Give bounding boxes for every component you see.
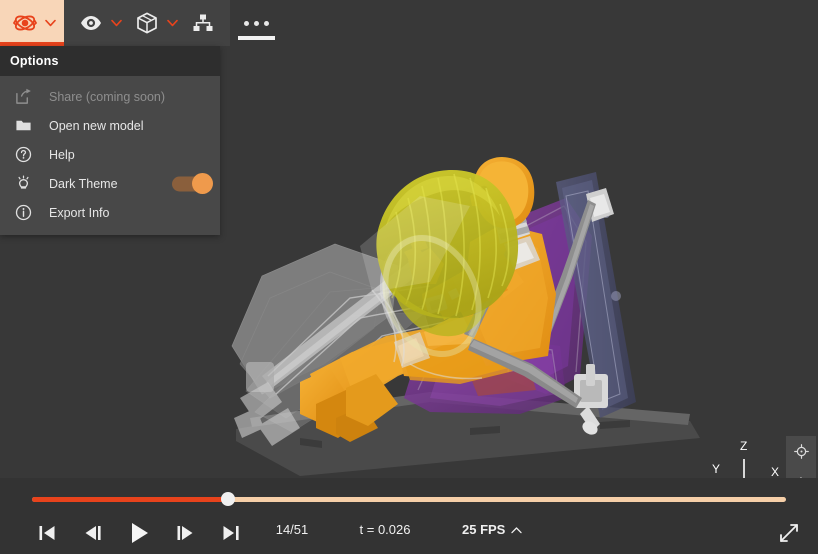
folder-icon — [8, 117, 38, 134]
expand-diagonal-icon[interactable] — [774, 518, 804, 548]
toolbar-group-orbit — [0, 0, 64, 46]
zoom-controls: + − — [786, 436, 816, 478]
step-backward-button[interactable] — [70, 516, 116, 550]
seek-handle[interactable] — [221, 492, 236, 506]
skip-to-start-button[interactable] — [24, 516, 70, 550]
axis-label-y: Y — [712, 462, 721, 476]
fps-selector[interactable]: 25 FPS — [462, 522, 523, 537]
axis-label-x: X — [771, 465, 780, 478]
lightbulb-icon — [8, 175, 38, 192]
menu-item-share[interactable]: Share (coming soon) — [0, 82, 220, 111]
fps-label: 25 FPS — [462, 522, 506, 537]
play-button[interactable] — [116, 516, 162, 550]
seek-fill — [32, 497, 229, 502]
menu-item-dark-theme[interactable]: Dark Theme — [0, 169, 220, 198]
menu-item-help[interactable]: Help — [0, 140, 220, 169]
playback-readouts: 14/51 t = 0.026 25 FPS — [262, 522, 523, 537]
timeline-seek-slider[interactable] — [32, 492, 786, 506]
playback-bar: 14/51 t = 0.026 25 FPS — [0, 478, 818, 554]
time-readout: t = 0.026 — [359, 522, 411, 537]
menu-item-help-label: Help — [49, 147, 75, 162]
menu-item-dark-theme-label: Dark Theme — [49, 176, 118, 191]
axis-label-z: Z — [740, 439, 748, 453]
visibility-chevron-down-icon[interactable] — [108, 6, 124, 40]
skip-to-end-button[interactable] — [208, 516, 254, 550]
orbit-chevron-down-icon[interactable] — [42, 6, 58, 40]
menu-item-share-label: Share (coming soon) — [49, 89, 166, 104]
zoom-in-button[interactable]: + — [788, 469, 814, 478]
frame-counter: 14/51 — [275, 522, 309, 537]
options-menu-list: Share (coming soon) Open new model Help … — [0, 76, 220, 235]
menu-item-open-new-model-label: Open new model — [49, 118, 144, 133]
transport-controls — [24, 516, 254, 550]
more-active-underline — [238, 36, 275, 40]
options-menu: Options Share (coming soon) Open new mod… — [0, 46, 220, 235]
orbit-rotate-icon[interactable] — [8, 6, 42, 40]
ellipsis-icon[interactable] — [244, 20, 269, 26]
menu-item-open-new-model[interactable]: Open new model — [0, 111, 220, 140]
dark-theme-toggle[interactable] — [172, 173, 213, 194]
parts-chevron-down-icon[interactable] — [164, 6, 180, 40]
dark-theme-toggle-knob — [192, 173, 213, 194]
app-root: Z Y X + − — [0, 0, 818, 554]
menu-item-export-info[interactable]: Export Info — [0, 198, 220, 227]
axis-triad: Z Y X — [712, 439, 784, 478]
step-forward-button[interactable] — [162, 516, 208, 550]
options-menu-title: Options — [0, 46, 220, 76]
menu-item-export-info-label: Export Info — [49, 205, 110, 220]
info-circle-icon — [8, 204, 38, 221]
crosshair-target-icon[interactable] — [788, 438, 814, 464]
top-toolbar — [0, 0, 818, 46]
eye-icon[interactable] — [74, 6, 108, 40]
hierarchy-tree-icon[interactable] — [186, 6, 220, 40]
question-circle-icon — [8, 146, 38, 163]
toolbar-group-more — [230, 0, 283, 46]
cube-icon[interactable] — [130, 6, 164, 40]
share-icon — [8, 88, 38, 105]
chevron-up-icon — [511, 522, 523, 537]
toolbar-group-view — [64, 0, 230, 46]
